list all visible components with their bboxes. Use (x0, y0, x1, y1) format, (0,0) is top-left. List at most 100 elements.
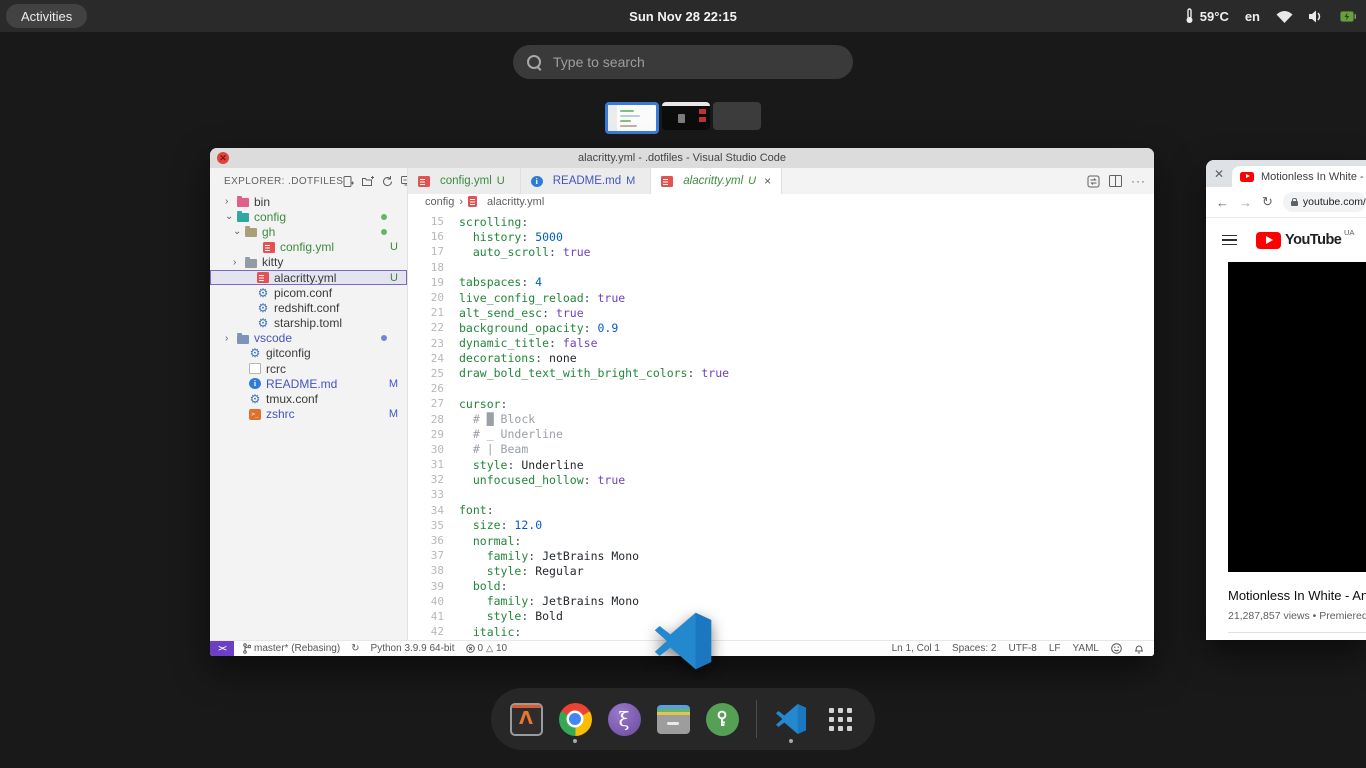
cursor-position[interactable]: Ln 1, Col 1 (892, 643, 940, 654)
explorer-item[interactable]: picom.conf (210, 285, 407, 300)
system-tray[interactable]: 59°C en (1185, 0, 1356, 32)
git-branch-status[interactable]: master* (Rebasing) (243, 643, 340, 654)
breadcrumb-file[interactable]: alacritty.yml (487, 196, 544, 208)
code-line[interactable]: 39 bold: (408, 579, 1154, 594)
feedback-smiley-icon[interactable] (1111, 643, 1122, 654)
code-line[interactable]: 20 live_config_reload: true (408, 290, 1154, 305)
address-bar[interactable]: youtube.com/wa (1283, 192, 1366, 212)
explorer-item[interactable]: gitconfig (210, 346, 407, 361)
overview-search[interactable] (513, 45, 853, 79)
notifications-bell-icon[interactable] (1134, 643, 1144, 654)
explorer-item[interactable]: config.yml U (210, 240, 407, 255)
code-line[interactable]: 18 (408, 260, 1154, 275)
code-line[interactable]: 17 auto_scroll: true (408, 244, 1154, 259)
code-line[interactable]: 21 alt_send_esc: true (408, 305, 1154, 320)
clock[interactable]: Sun Nov 28 22:15 (629, 9, 737, 24)
code-line[interactable]: 16 history: 5000 (408, 229, 1154, 244)
editor-tab[interactable]: README.md M (521, 168, 652, 194)
dock-item-vscode[interactable] (770, 691, 812, 747)
code-line[interactable]: 36 normal: (408, 533, 1154, 548)
workspace-thumbnail-2[interactable] (662, 102, 710, 130)
explorer-item[interactable]: rcrc (210, 361, 407, 376)
explorer-item[interactable]: ⌄ config (210, 209, 407, 224)
dock-item-emacs[interactable]: ξ (603, 691, 645, 747)
shell-file-icon (249, 409, 261, 420)
explorer-item[interactable]: › vscode (210, 331, 407, 346)
python-version[interactable]: Python 3.9.9 64-bit (371, 643, 455, 654)
code-line[interactable]: 34 font: (408, 503, 1154, 518)
dock-item-chrome[interactable] (554, 691, 596, 747)
explorer-item[interactable]: tmux.conf (210, 391, 407, 406)
code-line[interactable]: 15 scrolling: (408, 214, 1154, 229)
code-line[interactable]: 29 # _ Underline (408, 427, 1154, 442)
hamburger-menu-icon[interactable] (1222, 235, 1237, 246)
open-changes-icon[interactable] (1087, 175, 1100, 188)
refresh-icon[interactable] (382, 176, 393, 187)
browser-tab[interactable]: Motionless In White - (1232, 166, 1366, 187)
forward-icon[interactable]: → (1239, 195, 1252, 210)
explorer-item[interactable]: README.md M (210, 376, 407, 391)
alacritty-icon: Λ (510, 703, 543, 736)
code-line[interactable]: 22 background_opacity: 0.9 (408, 320, 1154, 335)
workspace-thumbnail-1[interactable] (605, 102, 659, 134)
code-line[interactable]: 41 style: Bold (408, 609, 1154, 624)
code-line[interactable]: 26 (408, 381, 1154, 396)
encoding[interactable]: UTF-8 (1008, 643, 1036, 654)
explorer-item[interactable]: › bin (210, 194, 407, 209)
editor-tab[interactable]: alacritty.yml U × (651, 168, 782, 194)
explorer-item[interactable]: › kitty (210, 255, 407, 270)
remote-indicator[interactable]: >< (210, 641, 234, 656)
code-line[interactable]: 28 # █ Block (408, 411, 1154, 426)
breadcrumb[interactable]: config › alacritty.yml (408, 194, 1154, 209)
code-line[interactable]: 42 italic: (408, 624, 1154, 639)
collapse-folders-icon[interactable] (401, 176, 408, 187)
problems-indicator[interactable]: 0 △ 10 (466, 643, 508, 654)
code-line[interactable]: 37 family: JetBrains Mono (408, 548, 1154, 563)
sync-icon[interactable]: ↻ (351, 643, 359, 654)
window-close-button[interactable]: ✕ (217, 152, 229, 164)
editor-more-actions-icon[interactable]: ··· (1131, 174, 1146, 188)
breadcrumb-folder[interactable]: config (425, 196, 454, 208)
keyboard-layout[interactable]: en (1245, 9, 1260, 24)
code-line[interactable]: 19 tabspaces: 4 (408, 275, 1154, 290)
code-line[interactable]: 31 style: Underline (408, 457, 1154, 472)
code-editor[interactable]: 15 scrolling: 16 history: 5000 17 auto_s… (408, 209, 1154, 640)
tab-close-icon[interactable]: × (764, 174, 771, 188)
workspace-thumbnail-3[interactable] (713, 102, 761, 130)
explorer-item[interactable]: starship.toml (210, 316, 407, 331)
code-line[interactable]: 30 # | Beam (408, 442, 1154, 457)
code-line[interactable]: 23 dynamic_title: false (408, 336, 1154, 351)
new-folder-icon[interactable] (362, 176, 374, 187)
eol-sequence[interactable]: LF (1049, 643, 1061, 654)
back-icon[interactable]: ← (1216, 195, 1229, 210)
indentation[interactable]: Spaces: 2 (952, 643, 996, 654)
explorer-item[interactable]: alacritty.yml U (210, 270, 407, 285)
code-line[interactable]: 35 size: 12.0 (408, 518, 1154, 533)
editor-tab[interactable]: config.yml U (408, 168, 521, 194)
search-input[interactable] (551, 53, 839, 71)
activities-button[interactable]: Activities (6, 4, 87, 28)
youtube-logo[interactable]: YouTube UA (1256, 232, 1341, 249)
code-line[interactable]: 40 family: JetBrains Mono (408, 594, 1154, 609)
new-file-icon[interactable] (343, 176, 354, 187)
dock-item-alacritty[interactable]: Λ (505, 691, 547, 747)
language-mode[interactable]: YAML (1073, 643, 1100, 654)
dock-item-passwords[interactable] (701, 691, 743, 747)
code-line[interactable]: 25 draw_bold_text_with_bright_colors: tr… (408, 366, 1154, 381)
vscode-titlebar[interactable]: ✕ alacritty.yml - .dotfiles - Visual Stu… (210, 148, 1154, 168)
explorer-item[interactable]: zshrc M (210, 407, 407, 422)
split-editor-icon[interactable] (1109, 175, 1122, 187)
code-line[interactable]: 38 style: Regular (408, 563, 1154, 578)
reload-icon[interactable]: ↻ (1262, 194, 1273, 210)
code-line[interactable]: 24 decorations: none (408, 351, 1154, 366)
url-text: youtube.com/wa (1303, 196, 1366, 208)
video-player[interactable] (1228, 262, 1366, 572)
dock-item-app-grid[interactable] (819, 691, 861, 747)
code-line[interactable]: 32 unfocused_hollow: true (408, 472, 1154, 487)
code-line[interactable]: 33 (408, 487, 1154, 502)
code-line[interactable]: 27 cursor: (408, 396, 1154, 411)
explorer-item[interactable]: ⌄ gh (210, 224, 407, 239)
dock-item-files[interactable] (652, 691, 694, 747)
tab-close-icon[interactable]: ✕ (1214, 167, 1224, 181)
explorer-item[interactable]: redshift.conf (210, 300, 407, 315)
